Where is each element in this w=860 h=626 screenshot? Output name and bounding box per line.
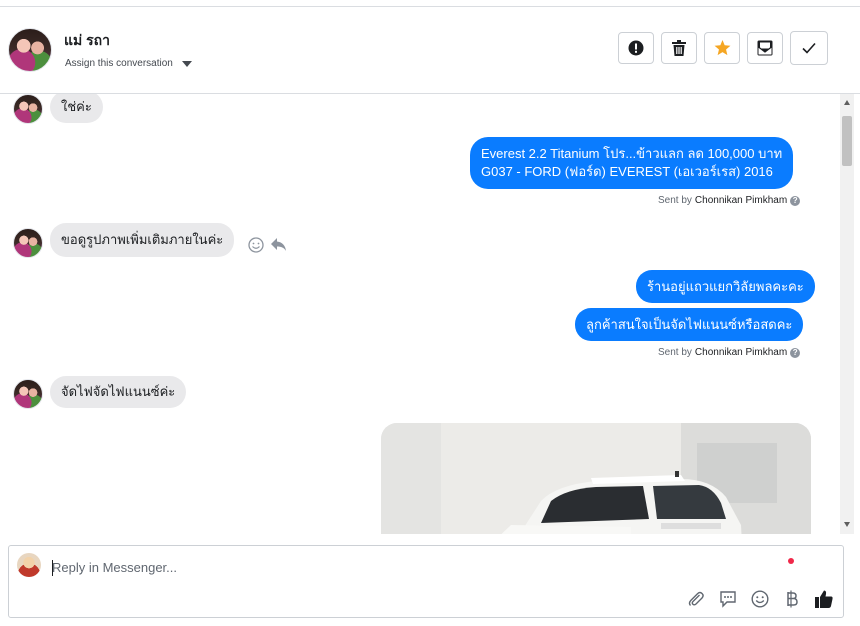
exclamation-circle-icon (628, 40, 644, 56)
react-emoji-icon[interactable] (248, 237, 264, 253)
contact-avatar[interactable] (8, 28, 52, 72)
contact-avatar-small (13, 379, 43, 409)
emoji-icon[interactable] (750, 589, 770, 609)
outgoing-message[interactable]: ร้านอยู่แถวแยกวิลัยพลคะคะ (636, 270, 815, 303)
contact-avatar-small (13, 94, 43, 124)
attachment-icon[interactable] (686, 589, 706, 609)
help-icon[interactable]: ? (790, 195, 801, 206)
reply-icon[interactable] (270, 237, 287, 252)
suv-image (381, 423, 811, 534)
scroll-down-arrow-icon[interactable] (844, 522, 850, 527)
assign-label: Assign this conversation (65, 58, 173, 69)
scroll-up-arrow-icon[interactable] (844, 100, 850, 105)
reply-input[interactable]: Reply in Messenger... (52, 560, 177, 575)
contact-name[interactable]: แม่ รถา (64, 30, 110, 52)
thumbs-up-icon[interactable] (814, 589, 834, 609)
scroll-thumb[interactable] (842, 116, 852, 166)
envelope-icon (757, 40, 773, 56)
trash-icon (672, 40, 686, 56)
mark-done-button[interactable] (790, 31, 828, 65)
message-composer[interactable]: Reply in Messenger... (8, 545, 844, 618)
delete-button[interactable] (661, 32, 697, 64)
message-thread[interactable]: ใช่ค่ะ Everest 2.2 Titanium โปร...ข้าวแล… (0, 94, 838, 534)
outgoing-message[interactable]: Everest 2.2 Titanium โปร...ข้าวแลก ลด 10… (470, 137, 794, 189)
assign-conversation-dropdown[interactable]: Assign this conversation (65, 58, 192, 69)
top-border (0, 0, 860, 7)
contact-avatar-small (13, 228, 43, 258)
mark-unread-button[interactable] (747, 32, 783, 64)
mark-spam-button[interactable] (618, 32, 654, 64)
sent-by-prefix: Sent by (658, 347, 692, 358)
car-photo-attachment[interactable] (381, 423, 811, 534)
sent-by-label: Sent by Chonnikan Pimkham ? (658, 195, 801, 206)
check-icon (802, 42, 816, 54)
agent-name[interactable]: Chonnikan Pimkham (695, 347, 787, 358)
message-line: G037 - FORD (ฟอร์ด) EVEREST (เอเวอร์เรส)… (481, 164, 773, 179)
baht-payment-icon[interactable] (782, 589, 802, 609)
incoming-message[interactable]: ขอดูรูปภาพเพิ่มเติมภายในค่ะ (50, 223, 235, 257)
incoming-message[interactable]: ใช่ค่ะ (50, 94, 103, 123)
outgoing-message[interactable]: ลูกค้าสนใจเป็นจัดไฟแนนซ์หรือสดคะ (575, 308, 804, 341)
saved-reply-icon[interactable] (718, 589, 738, 609)
help-icon[interactable]: ? (790, 347, 801, 358)
star-button[interactable] (704, 32, 740, 64)
agent-avatar (17, 553, 41, 577)
sent-by-label: Sent by Chonnikan Pimkham ? (658, 347, 801, 358)
star-icon (714, 40, 730, 56)
agent-name[interactable]: Chonnikan Pimkham (695, 195, 787, 206)
message-line: Everest 2.2 Titanium โปร...ข้าวแลก ลด 10… (481, 146, 783, 161)
chevron-down-icon (181, 60, 192, 67)
sent-by-prefix: Sent by (658, 195, 692, 206)
conversation-header: แม่ รถา Assign this conversation (0, 7, 860, 94)
notification-badge (788, 558, 794, 564)
incoming-message[interactable]: จัดไฟจัดไฟแนนซ์ค่ะ (50, 376, 187, 408)
message-scrollbar[interactable] (840, 94, 854, 534)
